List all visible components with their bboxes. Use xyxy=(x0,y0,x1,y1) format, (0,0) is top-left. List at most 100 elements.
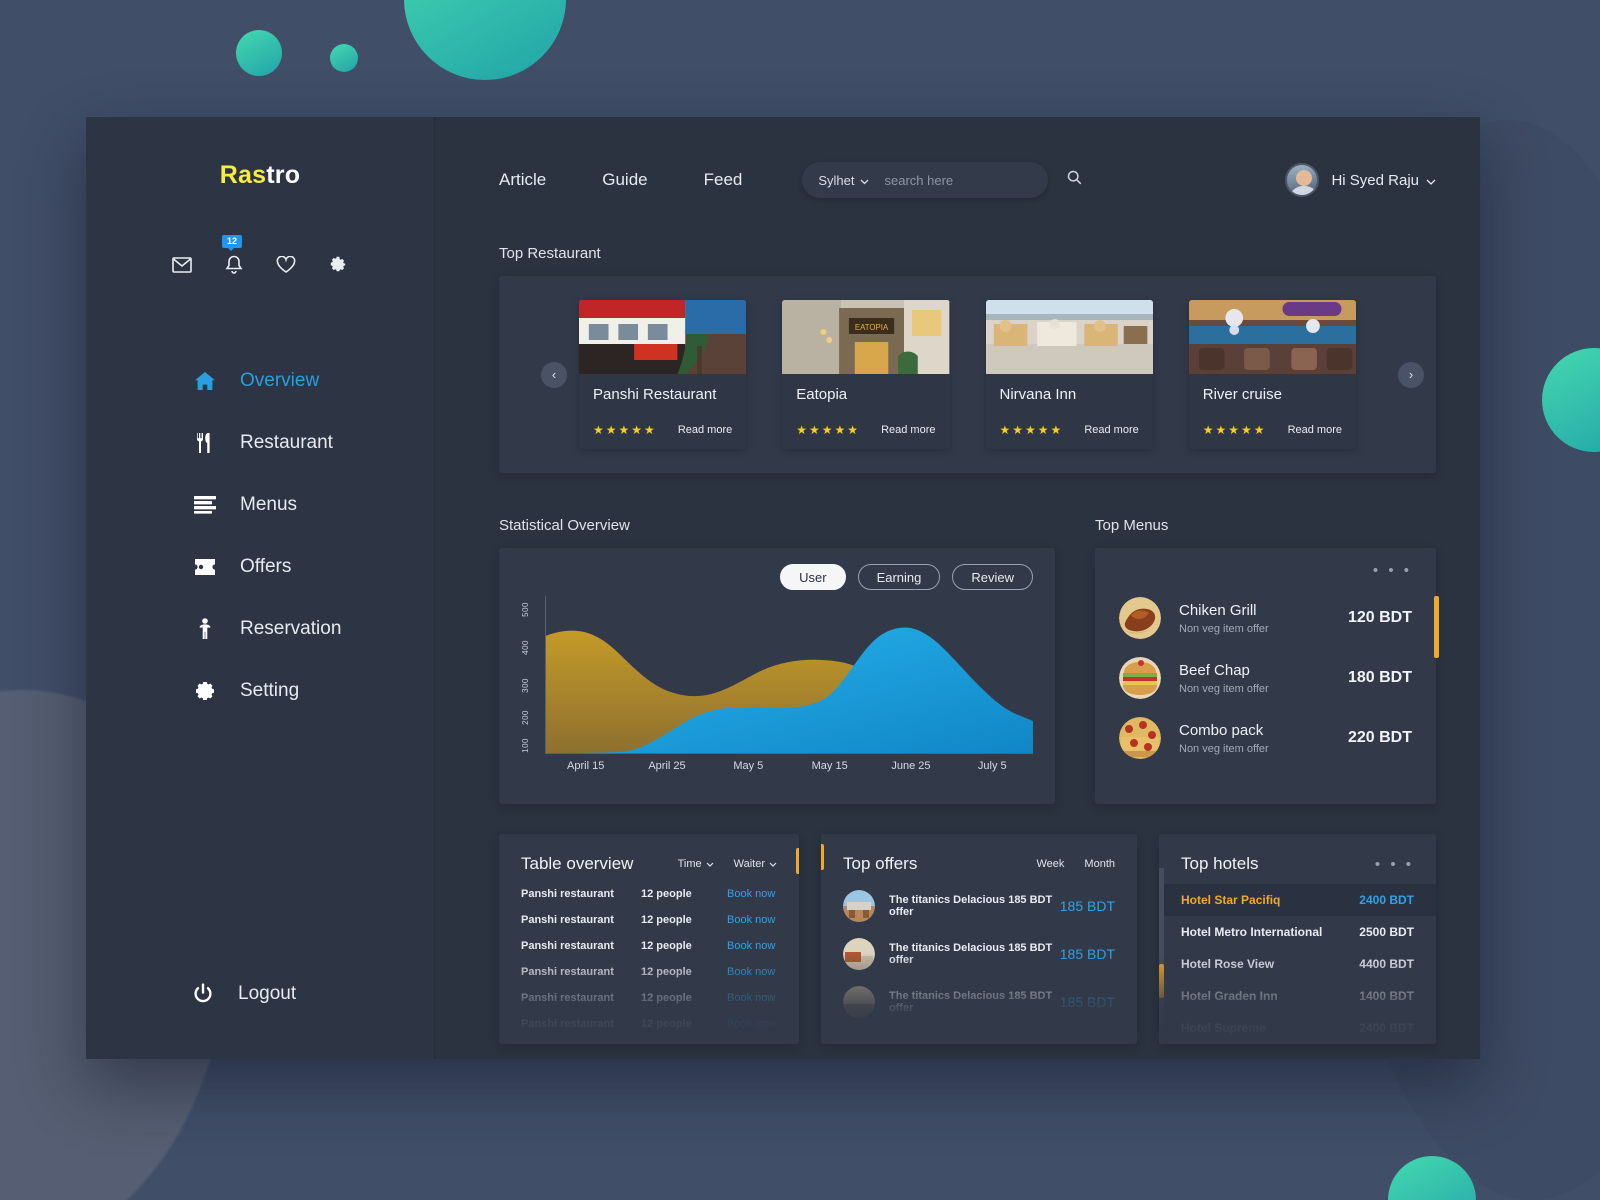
table-overview-panel: Table overview Time Waiter Panshi restau… xyxy=(499,834,799,1044)
bell-icon[interactable]: 12 xyxy=(221,235,247,278)
filter-month[interactable]: Month xyxy=(1084,858,1115,870)
menu-item-sub: Non veg item offer xyxy=(1179,682,1269,695)
x-tick: May 15 xyxy=(811,760,848,772)
table-row[interactable]: Panshi restaurant 12 people Book now xyxy=(521,888,777,900)
top-hotels-header: Top hotels • • • xyxy=(1159,854,1436,874)
sidebar-item-reservation[interactable]: Reservation xyxy=(86,598,434,660)
restaurant-card[interactable]: Panshi Restaurant ★★★★★ Read more xyxy=(579,300,747,449)
hotel-row[interactable]: Hotel Star Pacifiq 2400 BDT xyxy=(1159,884,1436,916)
gear-icon xyxy=(192,678,218,704)
sidebar-item-menus[interactable]: Menus xyxy=(86,474,434,536)
restaurant-photo xyxy=(579,300,747,374)
menu-item-row[interactable]: Chiken Grill Non veg item offer 120 BDT xyxy=(1119,597,1412,639)
hotel-row[interactable]: Hotel Supreme 2400 BDT xyxy=(1159,1012,1436,1044)
book-now-link[interactable]: Book now xyxy=(727,940,775,952)
filter-waiter[interactable]: Waiter xyxy=(734,858,777,870)
table-cell-people: 12 people xyxy=(641,992,692,1004)
sidebar-item-label: Setting xyxy=(240,680,300,701)
app-logo[interactable]: Rastro xyxy=(86,161,434,190)
search-input[interactable] xyxy=(884,172,1061,188)
top-hotels-more-button[interactable]: • • • xyxy=(1375,856,1414,873)
filter-week[interactable]: Week xyxy=(1037,858,1065,870)
filter-time[interactable]: Time xyxy=(678,858,714,870)
search-bar: Sylhet xyxy=(802,162,1081,198)
offer-text: The titanics Delacious 185 BDT offer xyxy=(889,990,1053,1014)
chart-tab-user[interactable]: User xyxy=(780,564,846,590)
read-more-link[interactable]: Read more xyxy=(881,424,935,436)
book-now-link[interactable]: Book now xyxy=(727,914,775,926)
x-tick: June 25 xyxy=(891,760,931,772)
user-greeting: Hi Syed Raju xyxy=(1331,171,1419,189)
carousel-next-button[interactable]: › xyxy=(1398,361,1424,388)
rating-stars: ★★★★★ xyxy=(593,423,657,437)
top-offers-header: Top offers Week Month xyxy=(843,854,1115,874)
hotel-row[interactable]: Hotel Metro International 2500 BDT xyxy=(1159,916,1436,948)
scrollbar-thumb[interactable] xyxy=(1159,964,1164,998)
hotel-row[interactable]: Hotel Graden Inn 1400 BDT xyxy=(1159,980,1436,1012)
y-tick: 400 xyxy=(521,640,530,655)
sidebar-item-restaurant[interactable]: Restaurant xyxy=(86,412,434,474)
chart-y-axis: 500 400 300 200 100 xyxy=(521,596,543,754)
table-row[interactable]: Panshi restaurant 12 people Book now xyxy=(521,914,777,926)
restaurant-card[interactable]: River cruise ★★★★★ Read more xyxy=(1188,300,1356,449)
table-row[interactable]: Panshi restaurant 12 people Book now xyxy=(521,992,777,1004)
y-tick: 200 xyxy=(521,710,530,725)
tab-guide[interactable]: Guide xyxy=(602,170,647,190)
chart-tab-review[interactable]: Review xyxy=(952,564,1033,590)
restaurant-photo: EATOPIA xyxy=(782,300,950,374)
mail-icon[interactable] xyxy=(169,252,195,278)
filter-time-label: Time xyxy=(677,858,702,870)
book-now-link[interactable]: Book now xyxy=(727,966,775,978)
book-now-link[interactable]: Book now xyxy=(727,992,775,1004)
menu-item-thumbnail xyxy=(1119,717,1161,759)
sidebar-item-setting[interactable]: Setting xyxy=(86,660,434,722)
table-cell-restaurant: Panshi restaurant xyxy=(521,914,614,926)
restaurant-card-body: Panshi Restaurant ★★★★★ Read more xyxy=(579,374,746,449)
read-more-link[interactable]: Read more xyxy=(1084,424,1138,436)
hotel-price: 2400 BDT xyxy=(1359,1021,1414,1035)
book-now-link[interactable]: Book now xyxy=(727,1018,775,1030)
tab-feed[interactable]: Feed xyxy=(704,170,743,190)
chart-tab-earning[interactable]: Earning xyxy=(857,564,941,590)
filter-waiter-label: Waiter xyxy=(733,858,765,870)
offer-row[interactable]: The titanics Delacious 185 BDT offer 185… xyxy=(843,986,1115,1018)
book-now-link[interactable]: Book now xyxy=(727,888,775,900)
restaurant-photo xyxy=(985,300,1153,374)
read-more-link[interactable]: Read more xyxy=(1288,424,1342,436)
sidebar-item-overview[interactable]: Overview xyxy=(86,350,434,412)
hotel-row[interactable]: Hotel Rose View 4400 BDT xyxy=(1159,948,1436,980)
top-hotels-rows: Hotel Star Pacifiq 2400 BDT Hotel Metro … xyxy=(1159,884,1436,1044)
offer-thumbnail xyxy=(843,890,875,922)
offer-price: 185 BDT xyxy=(1059,946,1115,962)
heart-icon[interactable] xyxy=(273,252,299,278)
restaurant-card[interactable]: EATOPIA Eatopia ★★★★★ Read more xyxy=(782,300,950,449)
accent-tick xyxy=(796,848,799,874)
hotel-name: Hotel Rose View xyxy=(1181,957,1275,971)
chevron-down-icon[interactable] xyxy=(1426,172,1436,189)
search-icon[interactable] xyxy=(1067,170,1082,190)
tab-article[interactable]: Article xyxy=(499,170,546,190)
menu-item-text: Beef Chap Non veg item offer xyxy=(1179,662,1348,695)
top-menus-more-button[interactable]: • • • xyxy=(1119,562,1412,579)
carousel-prev-button[interactable]: ‹ xyxy=(541,361,567,388)
table-row[interactable]: Panshi restaurant 12 people Book now xyxy=(521,966,777,978)
menu-item-row[interactable]: Combo pack Non veg item offer 220 BDT xyxy=(1119,717,1412,759)
scrollbar-track[interactable] xyxy=(1159,868,1164,1044)
user-menu[interactable]: Hi Syed Raju xyxy=(1285,163,1436,197)
city-selector[interactable]: Sylhet xyxy=(818,173,868,188)
logout-button[interactable]: Logout xyxy=(86,981,434,1007)
table-cell-people: 12 people xyxy=(641,1018,692,1030)
menu-item-row[interactable]: Beef Chap Non veg item offer 180 BDT xyxy=(1119,657,1412,699)
table-cell-restaurant: Panshi restaurant xyxy=(521,940,614,952)
restaurant-card[interactable]: Nirvana Inn ★★★★★ Read more xyxy=(985,300,1153,449)
sidebar-item-offers[interactable]: Offers xyxy=(86,536,434,598)
offer-row[interactable]: The titanics Delacious 185 BDT offer 185… xyxy=(843,890,1115,922)
table-row[interactable]: Panshi restaurant 12 people Book now xyxy=(521,940,777,952)
chevron-down-icon xyxy=(769,862,777,867)
offer-row[interactable]: The titanics Delacious 185 BDT offer 185… xyxy=(843,938,1115,970)
hotel-price: 2500 BDT xyxy=(1359,925,1414,939)
offer-thumbnail xyxy=(843,986,875,1018)
read-more-link[interactable]: Read more xyxy=(678,424,732,436)
gear-icon[interactable] xyxy=(325,252,351,278)
table-row[interactable]: Panshi restaurant 12 people Book now xyxy=(521,1018,777,1030)
